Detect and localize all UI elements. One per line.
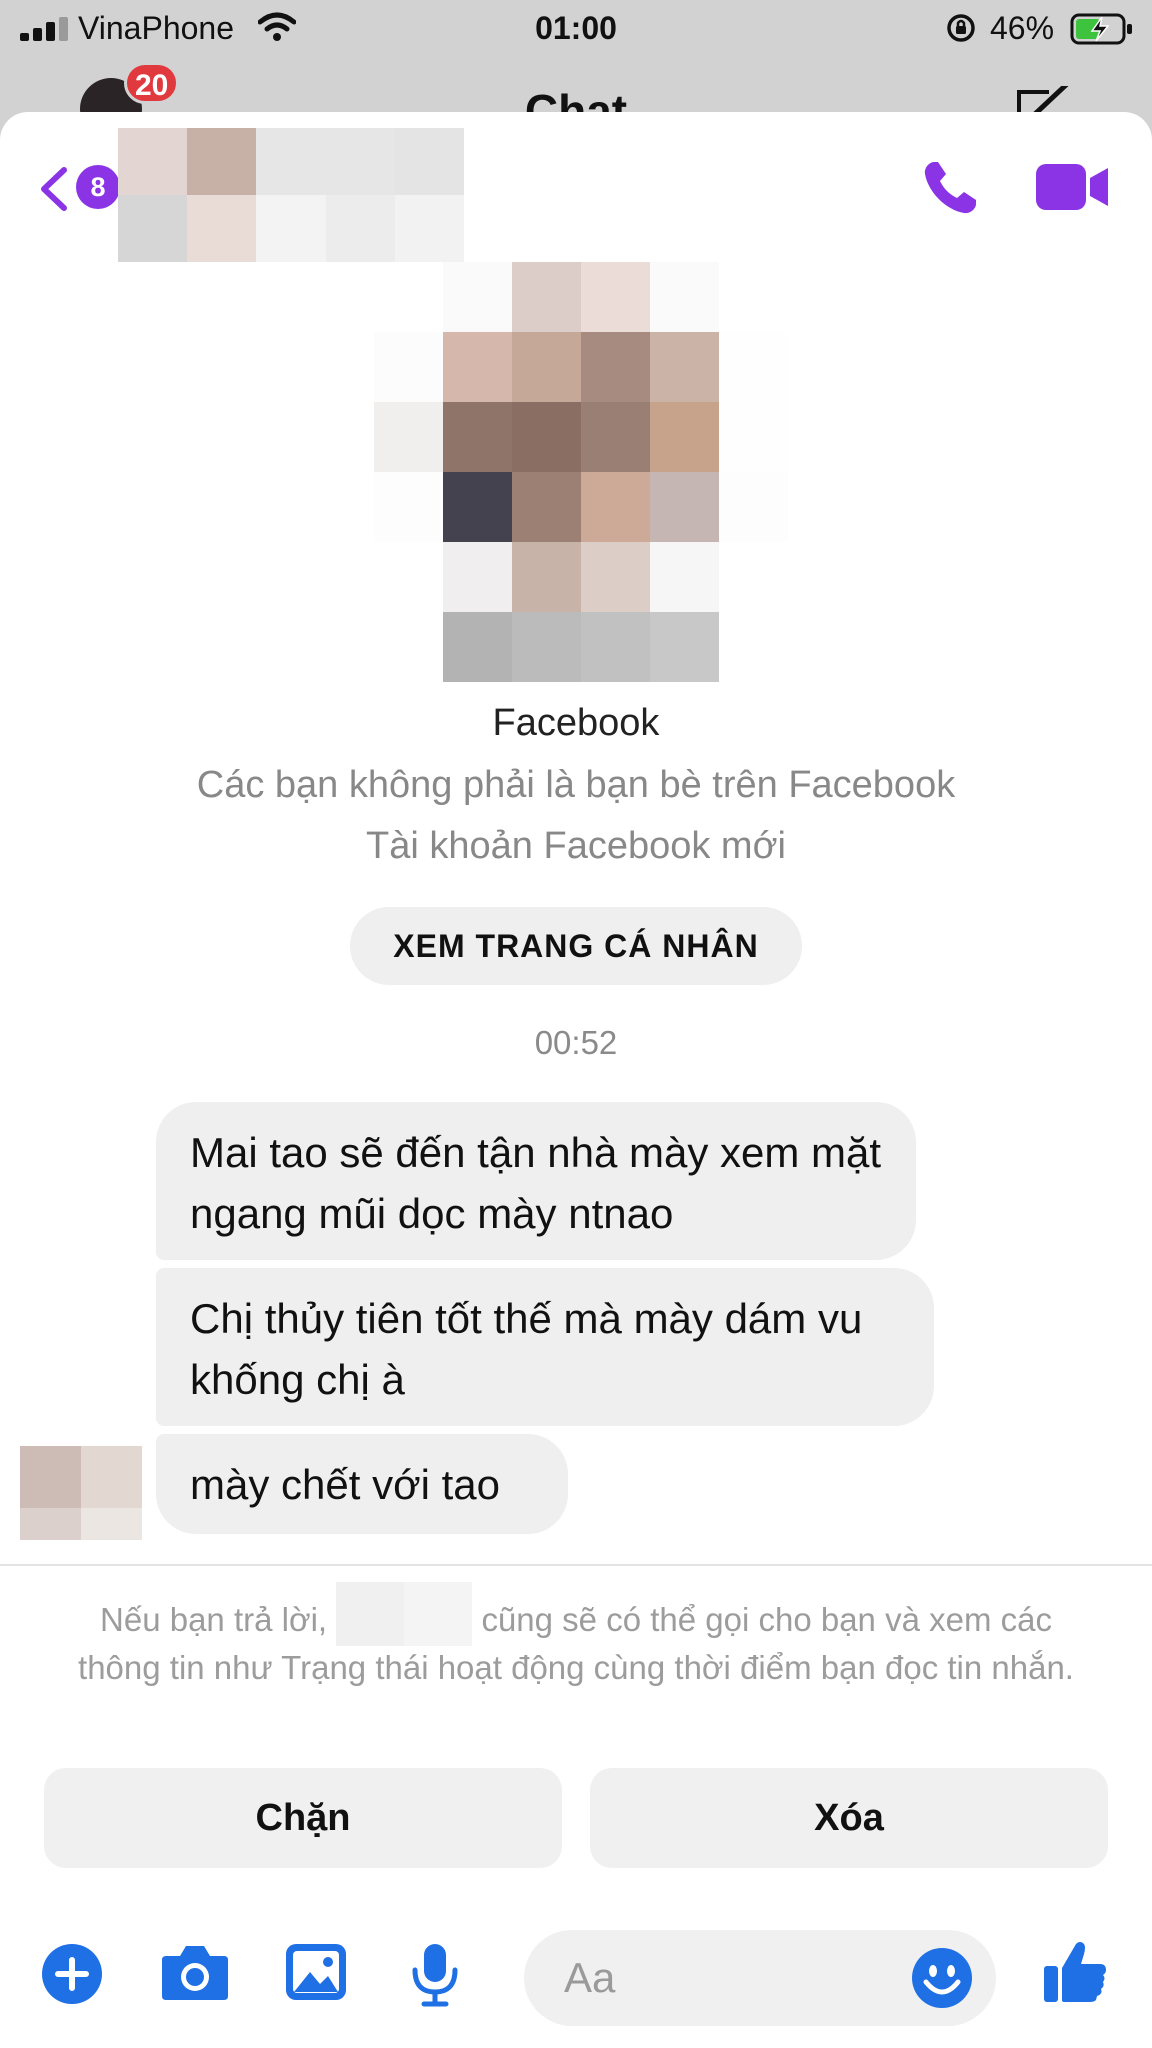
profile-source: Facebook — [492, 702, 660, 744]
microphone-icon[interactable] — [410, 1942, 460, 2008]
not-friends-note: Các bạn không phải là bạn bè trên Facebo… — [196, 764, 956, 806]
view-profile-button[interactable]: XEM TRANG CÁ NHÂN — [350, 907, 802, 985]
message-input-box[interactable] — [524, 1930, 996, 2026]
divider — [0, 1564, 1152, 1566]
sender-avatar-blurred — [20, 1446, 142, 1540]
block-button[interactable]: Chặn — [44, 1768, 562, 1868]
video-camera-icon[interactable] — [1034, 162, 1110, 212]
message-request-sheet: 8 Facebook Các bạn không phải là bạn bè … — [0, 112, 1152, 2048]
thumbs-up-icon[interactable] — [1042, 1938, 1108, 2004]
new-account-note: Tài khoản Facebook mới — [366, 825, 786, 867]
camera-icon[interactable] — [160, 1942, 230, 2002]
profile-photo-blurred — [374, 262, 788, 682]
chevron-left-icon — [41, 167, 67, 211]
status-time: 01:00 — [535, 10, 617, 46]
rotation-lock-icon — [947, 14, 975, 42]
message-input[interactable] — [564, 1930, 894, 2026]
image-icon[interactable] — [284, 1942, 348, 2002]
unread-count-badge: 8 — [76, 165, 120, 209]
phone-icon[interactable] — [920, 158, 980, 218]
battery-charging-icon — [1070, 13, 1132, 45]
status-bar: VinaPhone 01:00 46% — [0, 0, 1152, 60]
message-timestamp: 00:52 — [534, 1024, 618, 1061]
emoji-icon[interactable] — [910, 1946, 974, 2010]
reply-privacy-notice: Nếu bạn trả lời, cũng sẽ có thể gọi cho … — [60, 1582, 1092, 1689]
contact-name-blurred — [118, 128, 464, 262]
notice-text-start: Nếu bạn trả lời, — [100, 1601, 328, 1638]
back-button[interactable]: 8 — [36, 158, 126, 218]
plus-circle-icon[interactable] — [40, 1942, 104, 2006]
message-bubble[interactable]: mày chết với tao — [156, 1434, 568, 1534]
contact-name-blurred-inline — [336, 1582, 473, 1647]
message-bubble[interactable]: Mai tao sẽ đến tận nhà mày xem mặt ngang… — [156, 1102, 916, 1260]
delete-button[interactable]: Xóa — [590, 1768, 1108, 1868]
battery-percent: 46% — [990, 10, 1055, 46]
message-bubble[interactable]: Chị thủy tiên tốt thế mà mày dám vu khốn… — [156, 1268, 934, 1426]
